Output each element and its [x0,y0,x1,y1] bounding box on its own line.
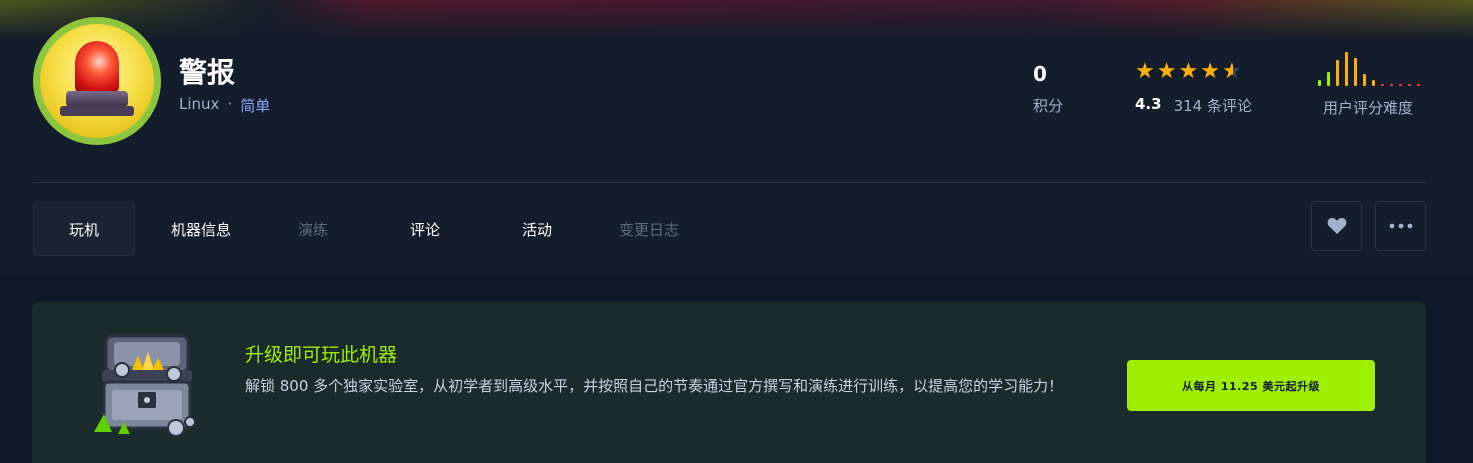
machine-title: 警报 [179,56,236,89]
difficulty-bar [1336,60,1339,86]
more-options-button[interactable] [1375,201,1426,251]
machine-difficulty: 简单 [240,97,271,115]
machine-tabs: 玩机 机器信息 演练 评论 活动 变更日志 [33,202,705,256]
upgrade-button[interactable]: 从每月 11.25 美元起升级 [1127,360,1375,411]
star-icon: ★ [1178,59,1199,84]
difficulty-chart [1318,50,1430,86]
tab-play[interactable]: 玩机 [33,202,135,256]
points-label: 积分 [1033,97,1064,115]
difficulty-bar [1390,84,1393,86]
points-value: 0 [1033,62,1047,86]
tab-walkthrough[interactable]: 演练 [257,202,369,256]
star-icon: ★ [1135,59,1155,84]
difficulty-bar [1354,58,1357,86]
siren-icon [40,24,154,138]
rating-summary: 4.3 314 条评论 [1135,95,1252,116]
difficulty-bar [1381,84,1384,86]
difficulty-bar [1372,80,1375,86]
reviews-link[interactable]: 314 条评论 [1174,95,1252,116]
difficulty-bar [1417,84,1420,86]
difficulty-bar [1399,84,1402,86]
header-divider [33,182,1426,183]
tab-machine-info[interactable]: 机器信息 [145,202,257,256]
rating-stars: ★ ★ ★ ★ ★ [1135,61,1242,83]
difficulty-bar [1318,80,1321,86]
half-star-icon: ★ [1221,59,1242,84]
separator-dot: · [227,95,233,113]
tab-reviews[interactable]: 评论 [369,202,481,256]
machine-header: 警报 Linux · 简单 0 积分 ★ ★ ★ ★ ★ 4.3 314 条评论… [0,0,1473,274]
difficulty-bar [1408,84,1411,86]
star-icon: ★ [1200,59,1220,84]
treasure-chest-icon [92,330,202,440]
upgrade-description: 解锁 800 多个独家实验室，从初学者到高级水平，并按照自己的节奏通过官方撰写和… [245,377,1064,395]
ellipsis-icon [1389,223,1412,229]
favorite-button[interactable] [1311,201,1362,251]
heart-icon [1327,217,1346,234]
upgrade-title: 升级即可玩此机器 [245,344,398,366]
star-icon: ★ [1156,59,1177,84]
difficulty-bar [1345,52,1348,86]
tab-changelog[interactable]: 变更日志 [593,202,705,256]
difficulty-chart-label: 用户评分难度 [1323,99,1414,117]
rating-value: 4.3 [1135,95,1162,113]
difficulty-bar [1363,74,1366,86]
tab-activity[interactable]: 活动 [481,202,593,256]
machine-subtitle: Linux · 简单 [179,95,270,116]
machine-os: Linux [179,95,220,113]
machine-avatar [33,17,161,145]
difficulty-bar [1327,72,1330,86]
